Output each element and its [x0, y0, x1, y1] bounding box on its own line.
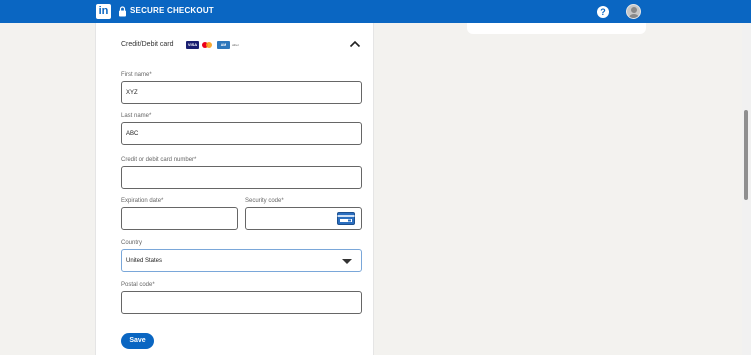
order-summary-card	[467, 23, 646, 34]
expiration-date-label: Expiration date*	[121, 198, 164, 204]
save-button[interactable]: Save	[121, 333, 154, 349]
security-code-label: Security code*	[245, 198, 284, 204]
lock-icon	[119, 6, 126, 17]
country-select[interactable]: United States	[121, 249, 362, 272]
country-label: Country	[121, 240, 143, 246]
postal-code-field[interactable]	[121, 291, 362, 314]
last-name-label: Last name*	[121, 113, 152, 119]
amex-logo: AM	[217, 41, 230, 49]
visa-logo: VISA	[186, 41, 199, 49]
chevron-up-icon[interactable]	[349, 40, 361, 48]
first-name-label: First name*	[121, 72, 152, 78]
postal-code-label: Postal code*	[121, 282, 155, 288]
scrollbar-thumb[interactable]	[744, 110, 748, 200]
country-value: United States	[126, 258, 163, 264]
secure-checkout-title: SECURE CHECKOUT	[130, 6, 214, 15]
first-name-value: XYZ	[126, 90, 138, 96]
expiration-date-field[interactable]	[121, 207, 238, 230]
linkedin-logo[interactable]: in	[96, 4, 111, 19]
last-name-value: ABC	[126, 131, 139, 137]
security-code-field[interactable]	[245, 207, 362, 230]
card-security-code-icon	[337, 212, 355, 225]
other-card-logo: other	[232, 43, 239, 47]
avatar[interactable]	[626, 4, 641, 19]
help-icon[interactable]: ?	[597, 6, 609, 18]
avatar-head	[631, 7, 637, 13]
mastercard-orange-circle	[206, 42, 212, 48]
card-number-label: Credit or debit card number*	[121, 157, 197, 163]
last-name-field[interactable]: ABC	[121, 122, 362, 145]
payment-method-title: Credit/Debit card	[121, 41, 174, 48]
first-name-field[interactable]: XYZ	[121, 81, 362, 104]
chevron-down-icon	[342, 259, 352, 264]
card-number-field[interactable]	[121, 166, 362, 189]
mastercard-logo	[202, 42, 214, 48]
